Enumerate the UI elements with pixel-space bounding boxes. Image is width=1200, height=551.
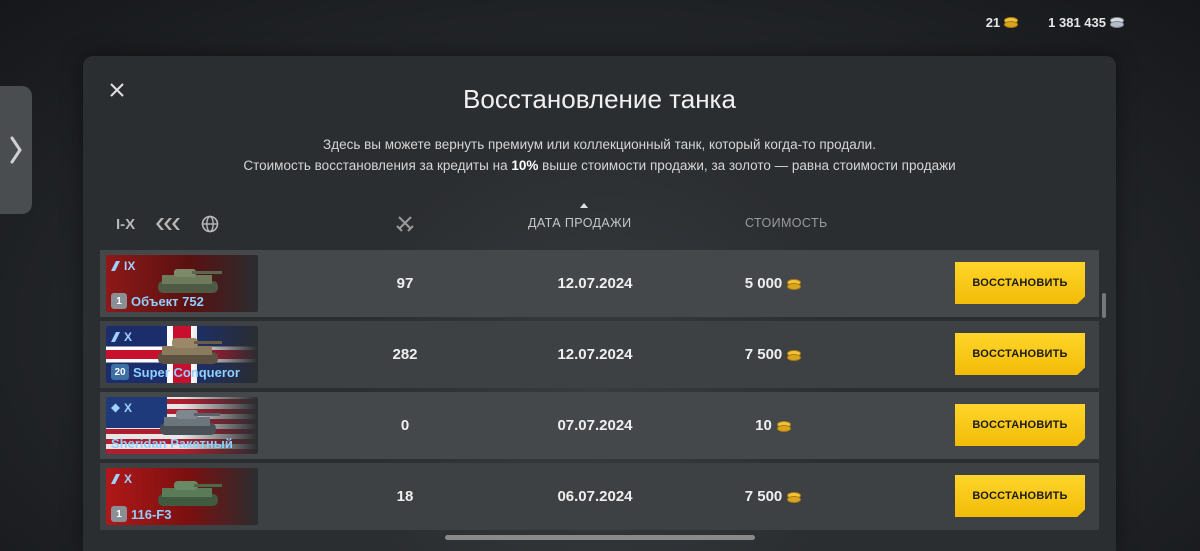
tank-card[interactable]: IX 1 Объект 752	[106, 255, 258, 312]
tank-name: Sheridan Ракетный	[111, 436, 233, 451]
tank-name-block: 1 Объект 752	[111, 293, 204, 309]
tank-tier: IX	[111, 259, 135, 273]
tank-name: Объект 752	[131, 293, 204, 309]
tank-name: Super Conqueror	[133, 364, 240, 380]
desc-text-c: выше стоимости продажи, за золото — равн…	[538, 158, 956, 173]
sort-ascending-icon	[580, 203, 588, 208]
credits-balance: 1 381 435	[1048, 14, 1124, 30]
battles-count: 97	[396, 275, 414, 292]
tank-name-block: Sheridan Ракетный	[111, 436, 233, 451]
cost-value: 7 500	[744, 488, 783, 505]
restore-cost: 7 500	[712, 488, 832, 505]
restore-button[interactable]: ВОССТАНОВИТЬ	[955, 333, 1085, 375]
side-panel-toggle[interactable]	[0, 86, 32, 214]
tank-card[interactable]: X 1 116-F3	[106, 468, 258, 525]
table-row[interactable]: X 1 116-F3 18 06.07.2024 7 500 ВОССТАНОВ…	[100, 463, 1099, 530]
tank-name: 116-F3	[131, 506, 172, 522]
desc-percent: 10%	[511, 158, 539, 173]
restore-cost: 5 000	[712, 275, 832, 292]
column-cost[interactable]: СТОИМОСТЬ	[745, 216, 828, 230]
column-date[interactable]: ДАТА ПРОДАЖИ	[528, 216, 631, 230]
table-row[interactable]: X Sheridan Ракетный 0 07.07.2024 10 ВОСС…	[100, 392, 1099, 459]
home-indicator[interactable]	[445, 535, 755, 540]
tank-class-icon	[111, 261, 120, 271]
cost-value: 7 500	[744, 346, 783, 363]
tank-tier: X	[111, 401, 132, 415]
gold-coin-icon	[787, 278, 802, 290]
tank-tier: X	[111, 330, 132, 344]
battles-count: 18	[396, 488, 414, 505]
cost-value: 5 000	[744, 275, 783, 292]
tank-type-icon	[156, 218, 181, 230]
restore-cost: 7 500	[712, 346, 832, 363]
description-line-1: Здесь вы можете вернуть премиум или колл…	[323, 137, 876, 152]
mastery-badge: 1	[111, 506, 127, 522]
tier-label: X	[124, 472, 133, 486]
tier-label: X	[124, 330, 133, 344]
globe-icon	[201, 215, 219, 233]
restore-button[interactable]: ВОССТАНОВИТЬ	[955, 262, 1085, 304]
nation-filter[interactable]	[201, 214, 219, 234]
tank-card[interactable]: X Sheridan Ракетный	[106, 397, 258, 454]
restore-button[interactable]: ВОССТАНОВИТЬ	[955, 475, 1085, 517]
currency-bar: 21 1 381 435	[986, 12, 1200, 32]
credit-coin-icon	[1110, 17, 1124, 28]
table-row[interactable]: IX 1 Объект 752 97 12.07.2024 5 000 ВОСС…	[100, 250, 1099, 317]
chevron-right-icon	[10, 136, 22, 164]
mastery-badge: 1	[111, 293, 127, 309]
gold-amount: 21	[985, 14, 1001, 30]
tier-filter[interactable]: I-X	[116, 214, 135, 234]
gold-coin-icon	[1004, 17, 1019, 28]
battles-count: 282	[392, 346, 418, 363]
type-filter[interactable]	[155, 214, 181, 234]
restore-tank-modal: Восстановление танка Здесь вы можете вер…	[83, 56, 1116, 551]
sale-date: 12.07.2024	[557, 275, 633, 292]
restore-button[interactable]: ВОССТАНОВИТЬ	[955, 404, 1085, 446]
tank-class-icon	[111, 332, 120, 342]
crossed-swords-icon[interactable]	[396, 214, 414, 232]
tier-label: IX	[124, 259, 136, 273]
tank-tier: X	[111, 472, 132, 486]
tank-card[interactable]: X 20 Super Conqueror	[106, 326, 258, 383]
battles-count: 0	[400, 417, 410, 434]
tier-label: X	[124, 401, 133, 415]
filter-bar: I-X	[116, 214, 219, 234]
mastery-badge: 20	[111, 364, 129, 380]
tank-name-block: 1 116-F3	[111, 506, 171, 522]
gold-balance: 21	[985, 14, 1019, 30]
tank-name-block: 20 Super Conqueror	[111, 364, 240, 380]
gold-coin-icon	[787, 349, 802, 361]
table-row[interactable]: X 20 Super Conqueror 282 12.07.2024 7 50…	[100, 321, 1099, 388]
modal-description: Здесь вы можете вернуть премиум или колл…	[83, 134, 1116, 176]
gold-coin-icon	[787, 491, 802, 503]
cost-value: 10	[755, 417, 772, 434]
list-scrollbar[interactable]	[1102, 293, 1106, 318]
tank-class-icon	[111, 403, 120, 413]
description-line-2: Стоимость восстановления за кредиты на 1…	[83, 155, 1116, 176]
desc-text-a: Стоимость восстановления за кредиты на	[243, 158, 512, 173]
gold-coin-icon	[776, 420, 791, 432]
modal-title: Восстановление танка	[463, 84, 736, 114]
sale-date: 06.07.2024	[557, 488, 633, 505]
credits-amount: 1 381 435	[1048, 14, 1106, 30]
tank-class-icon	[111, 474, 120, 484]
sale-date: 12.07.2024	[557, 346, 633, 363]
tank-list: IX 1 Объект 752 97 12.07.2024 5 000 ВОСС…	[100, 250, 1099, 534]
restore-cost: 10	[712, 417, 832, 434]
sale-date: 07.07.2024	[557, 417, 633, 434]
